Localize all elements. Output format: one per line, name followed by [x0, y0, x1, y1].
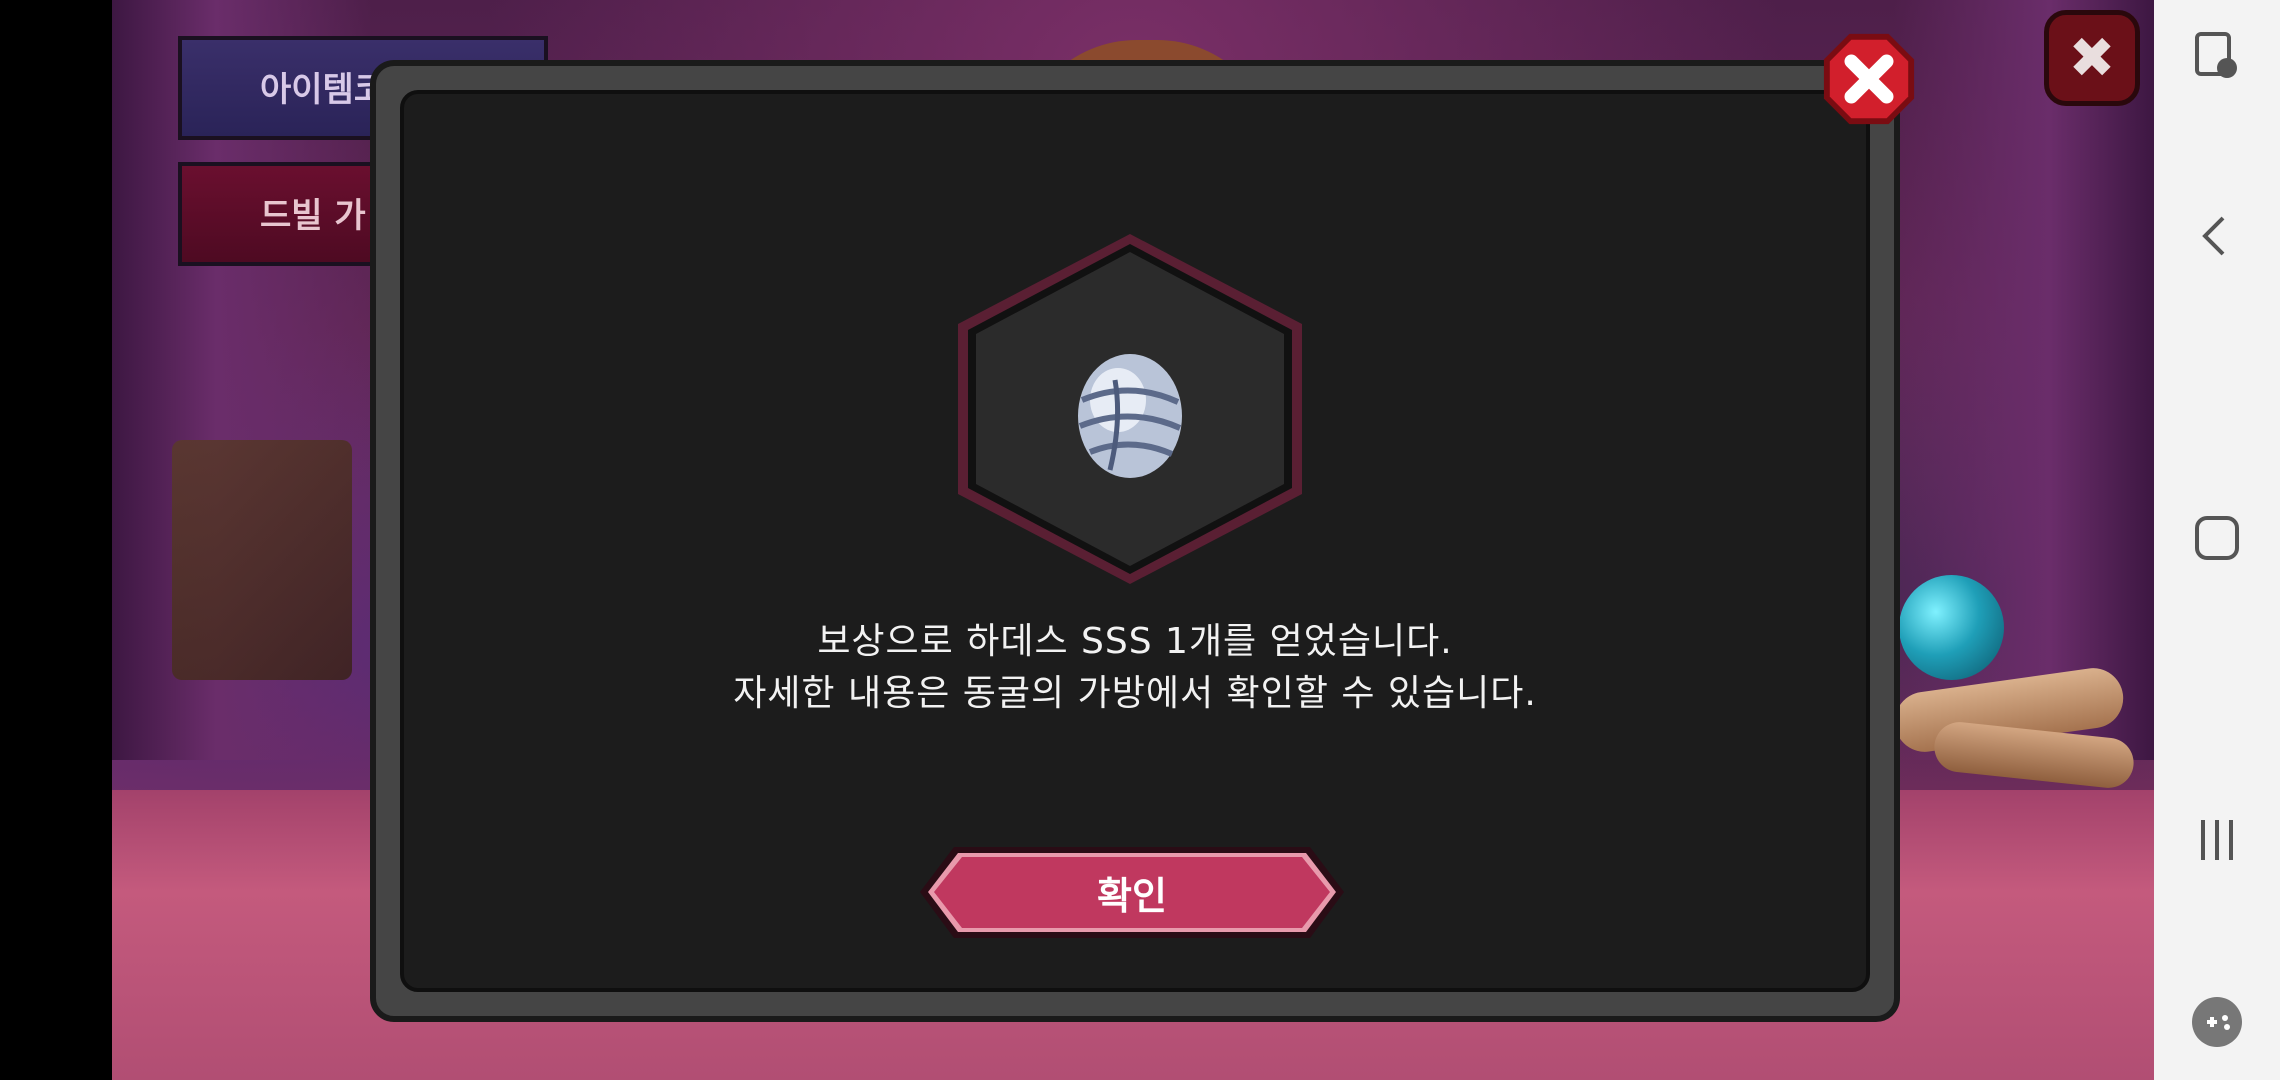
egg-icon: [1078, 354, 1182, 478]
reward-item-frame: [950, 230, 1310, 588]
game-tools-icon[interactable]: [2154, 982, 2280, 1062]
reward-message-line-1: 보상으로 하데스 SSS 1개를 얻었습니다.: [817, 621, 1453, 662]
confirm-button-label: 확인: [1097, 874, 1167, 918]
crystal-ball-decoration: [1899, 575, 2004, 680]
background-close-button[interactable]: ✖: [2044, 10, 2140, 106]
home-icon[interactable]: [2154, 498, 2280, 578]
game-screen: 아이템코 드빌 가 ✖ 보상으로 하데스 SSS 1개를 얻었습니다. 자세한 …: [0, 0, 2280, 1080]
close-icon: ✖: [2068, 25, 2116, 91]
dialog-close-button[interactable]: [1820, 30, 1918, 128]
close-icon: [1823, 33, 1915, 125]
system-nav-bar: [2154, 0, 2280, 1080]
recents-icon[interactable]: [2154, 800, 2280, 880]
confirm-button[interactable]: 확인: [918, 845, 1346, 940]
reward-message-line-2: 자세한 내용은 동굴의 가방에서 확인할 수 있습니다.: [733, 673, 1537, 714]
back-icon[interactable]: [2154, 196, 2280, 276]
screen-cutout: [0, 0, 112, 1080]
book-decoration: [172, 440, 352, 680]
screen-touch-lock-icon[interactable]: [2154, 16, 2280, 96]
